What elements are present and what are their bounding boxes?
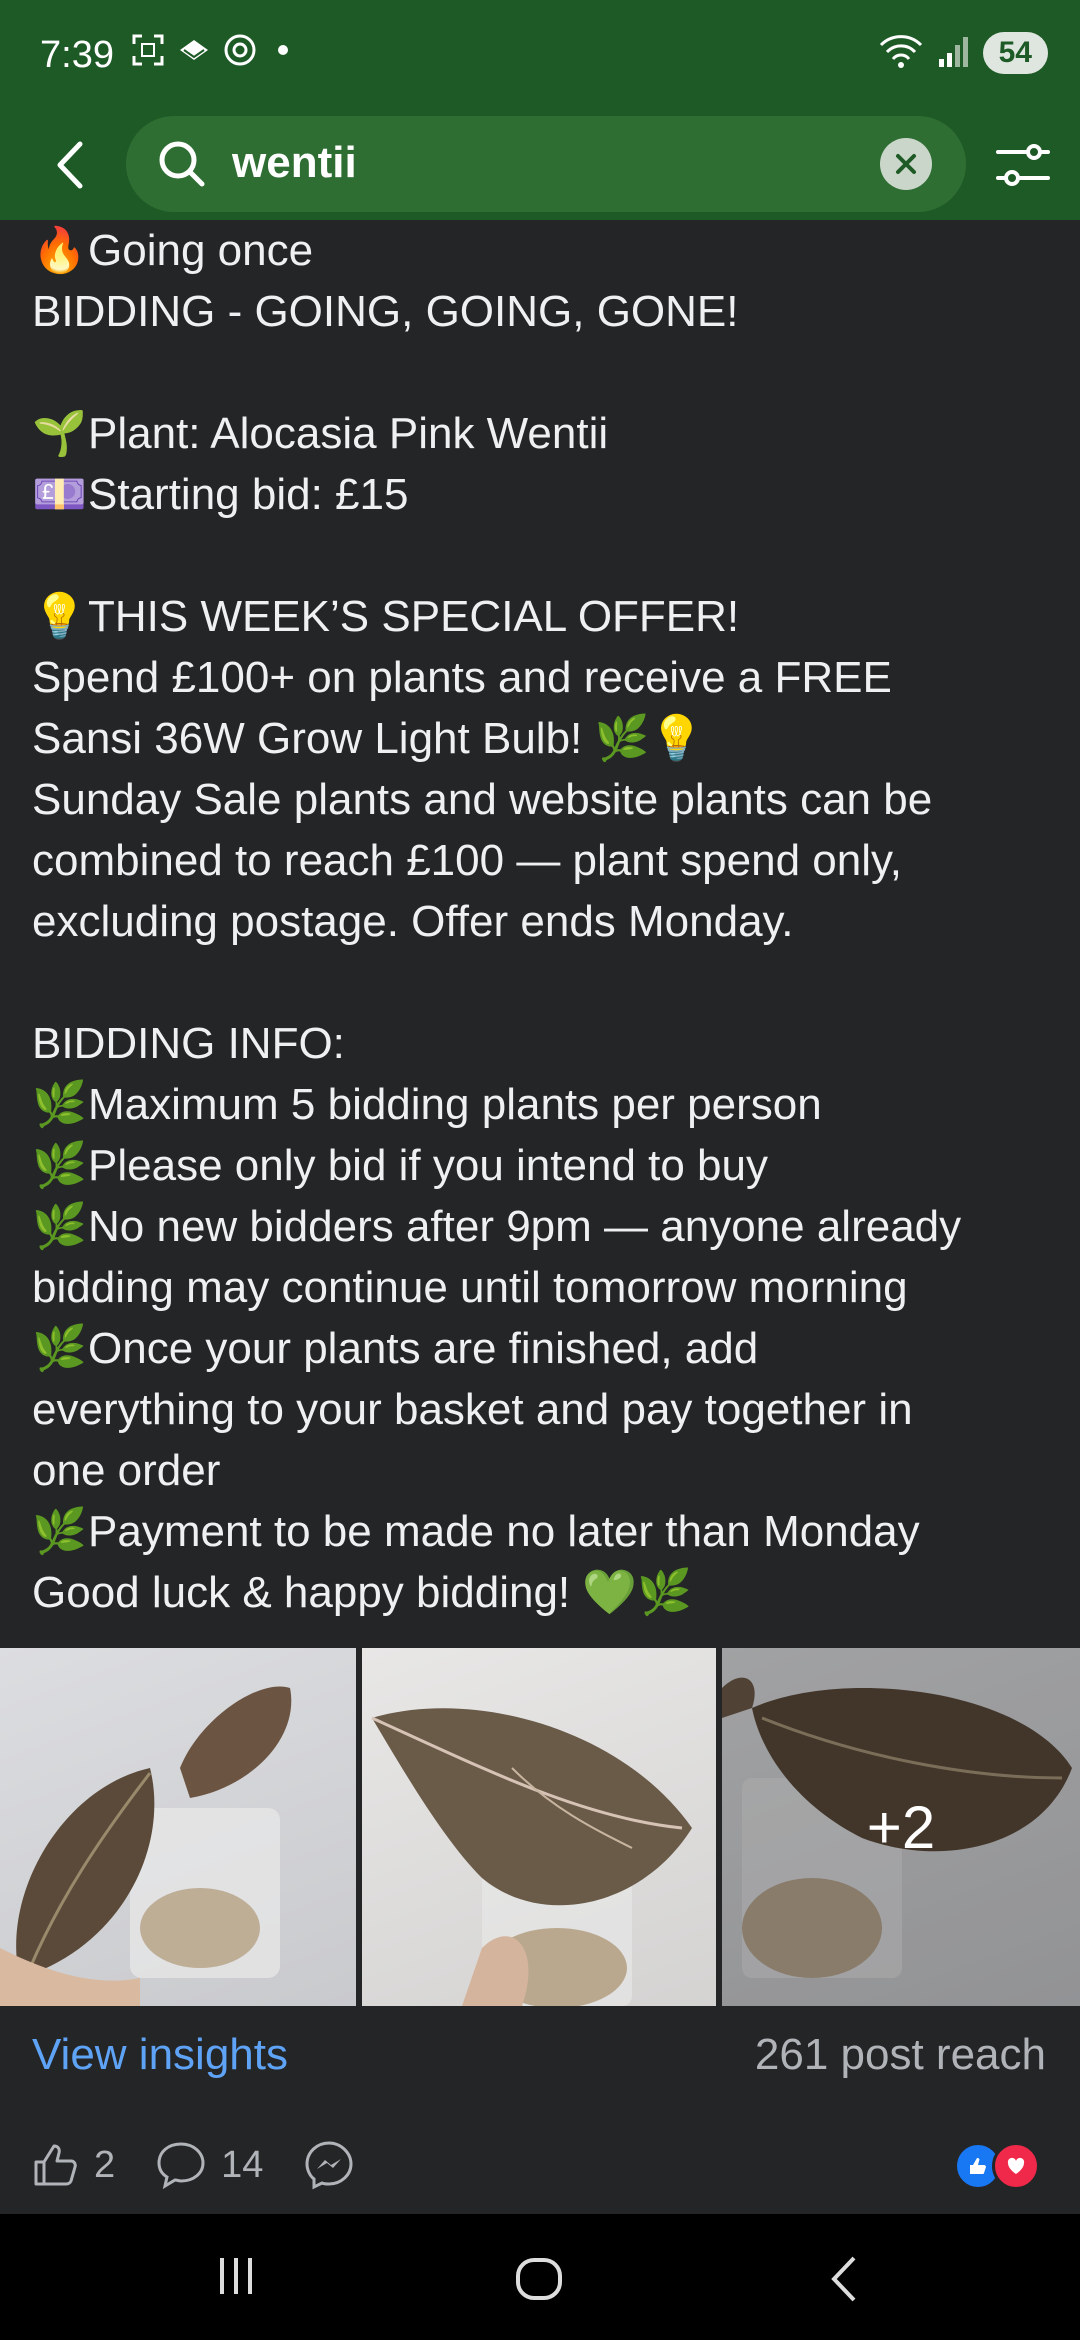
post-line: Sunday Sale plants and website plants ca… bbox=[32, 769, 1052, 830]
post-line-text: combined to reach £100 — plant spend onl… bbox=[32, 836, 902, 885]
messenger-icon bbox=[305, 2141, 353, 2190]
reactions-summary[interactable] bbox=[954, 2142, 1040, 2190]
status-time: 7:39 bbox=[40, 34, 114, 76]
post-line-emoji: 💷 bbox=[32, 470, 87, 519]
post-line: 🌿Maximum 5 bidding plants per person bbox=[32, 1074, 1052, 1135]
post-line-text: Spend £100+ on plants and receive a FREE bbox=[32, 653, 892, 702]
notification-icons bbox=[130, 32, 288, 68]
search-input[interactable]: wentii bbox=[126, 116, 966, 212]
post-line-text: Once your plants are finished, add bbox=[88, 1324, 759, 1373]
love-reaction-icon bbox=[992, 2142, 1040, 2190]
post-line: BIDDING - GOING, GOING, GONE! bbox=[32, 281, 1052, 342]
post-line-text: one order bbox=[32, 1446, 221, 1495]
signal-icon bbox=[937, 33, 971, 74]
post-line-emoji: 🔥 bbox=[32, 226, 87, 275]
comment-button[interactable]: 14 bbox=[155, 2140, 263, 2190]
post-line-emoji: 🌿 bbox=[32, 1507, 87, 1556]
home-button[interactable] bbox=[514, 2254, 564, 2309]
post-line-text: THIS WEEK’S SPECIAL OFFER! bbox=[88, 592, 740, 641]
post-line: 🌿No new bidders after 9pm — anyone alrea… bbox=[32, 1196, 1052, 1257]
post-line-text: Payment to be made no later than Monday bbox=[88, 1507, 920, 1556]
post-reach: 261 post reach bbox=[754, 2030, 1046, 2079]
wifi-icon bbox=[877, 33, 925, 74]
post-line: BIDDING INFO: bbox=[32, 1013, 1052, 1074]
post-line-text: Maximum 5 bidding plants per person bbox=[88, 1080, 822, 1129]
post-line: one order bbox=[32, 1440, 1052, 1501]
more-notifications-dot bbox=[278, 45, 288, 55]
comment-icon bbox=[157, 2142, 205, 2190]
post-line: bidding may continue until tomorrow morn… bbox=[32, 1257, 1052, 1318]
post-line-emoji: 🌱 bbox=[32, 409, 87, 458]
comment-count: 14 bbox=[221, 2143, 264, 2186]
post-line: 🌿Once your plants are finished, add bbox=[32, 1318, 1052, 1379]
back-arrow-icon bbox=[57, 141, 83, 189]
search-icon bbox=[156, 138, 208, 190]
post-line: 🌱Plant: Alocasia Pink Wentii bbox=[32, 403, 1052, 464]
post-line: Spend £100+ on plants and receive a FREE bbox=[32, 647, 1052, 708]
photo-grid: +2 bbox=[0, 1648, 1080, 2006]
plant-photo-3[interactable]: +2 bbox=[722, 1648, 1080, 2006]
battery-indicator: 54 bbox=[982, 32, 1048, 74]
like-button[interactable]: 2 bbox=[30, 2140, 115, 2190]
system-back-button[interactable] bbox=[824, 2254, 864, 2309]
post-line: 🌿Payment to be made no later than Monday bbox=[32, 1501, 1052, 1562]
post-line-text: BIDDING - GOING, GOING, GONE! bbox=[32, 287, 739, 336]
share-messenger-button[interactable] bbox=[303, 2139, 355, 2191]
post-line-text: everything to your basket and pay togeth… bbox=[32, 1385, 913, 1434]
screenshot-icon bbox=[130, 32, 166, 68]
post-line-text: Going once bbox=[88, 226, 314, 275]
app-icon bbox=[176, 32, 212, 68]
threads-icon bbox=[222, 32, 258, 68]
post-line: Sansi 36W Grow Light Bulb! 🌿💡 bbox=[32, 708, 1052, 769]
post-line-emoji: 💡 bbox=[32, 592, 87, 641]
clear-icon bbox=[896, 154, 916, 174]
view-insights-link[interactable]: View insights bbox=[32, 2030, 288, 2080]
post-line-text: Plant: Alocasia Pink Wentii bbox=[88, 409, 609, 458]
post-line: 🔥Going once bbox=[32, 220, 1052, 281]
post-line: 🌿Please only bid if you intend to buy bbox=[32, 1135, 1052, 1196]
post-line-emoji: 🌿 bbox=[32, 1080, 87, 1129]
post-line-text: excluding postage. Offer ends Monday. bbox=[32, 897, 794, 946]
plant-photo-1[interactable] bbox=[0, 1648, 356, 2006]
post-line: Good luck & happy bidding! 💚🌿 bbox=[32, 1562, 1052, 1623]
filter-button[interactable] bbox=[994, 138, 1052, 192]
recents-icon bbox=[220, 2258, 252, 2294]
post-line-text: bidding may continue until tomorrow morn… bbox=[32, 1263, 908, 1312]
post-line: 💡THIS WEEK’S SPECIAL OFFER! bbox=[32, 586, 1052, 647]
post-line-text: BIDDING INFO: bbox=[32, 1019, 345, 1068]
post-line-text: Starting bid: £15 bbox=[88, 470, 409, 519]
system-status: 54 bbox=[877, 32, 1048, 74]
status-bar: 7:39 54 bbox=[0, 0, 1080, 120]
clear-search-button[interactable] bbox=[880, 138, 932, 190]
post-line-text: Good luck & happy bidding! 💚🌿 bbox=[32, 1568, 692, 1617]
post-actions: 2 14 bbox=[30, 2130, 355, 2200]
back-button[interactable] bbox=[44, 134, 100, 196]
post-line-emoji: 🌿 bbox=[32, 1141, 87, 1190]
home-icon bbox=[516, 2258, 562, 2300]
post-line: everything to your basket and pay togeth… bbox=[32, 1379, 1052, 1440]
search-header: wentii bbox=[0, 110, 1080, 220]
post-line: excluding postage. Offer ends Monday. bbox=[32, 891, 1052, 952]
post-line-text: Sunday Sale plants and website plants ca… bbox=[32, 775, 933, 824]
post-line-emoji: 🌿 bbox=[32, 1202, 87, 1251]
post-line-text: Sansi 36W Grow Light Bulb! 🌿💡 bbox=[32, 714, 705, 763]
post-line: 💷Starting bid: £15 bbox=[32, 464, 1052, 525]
plant-photo-2[interactable] bbox=[362, 1648, 716, 2006]
recent-apps-button[interactable] bbox=[214, 2254, 258, 2303]
system-navigation-bar bbox=[0, 2214, 1080, 2340]
filter-icon bbox=[996, 144, 1050, 186]
post-text: 🔥Going once BIDDING - GOING, GOING, GONE!… bbox=[32, 220, 1052, 1623]
thumbs-up-icon bbox=[34, 2144, 77, 2186]
more-photos-count[interactable]: +2 bbox=[722, 1648, 1080, 2006]
post-line-text: No new bidders after 9pm — anyone alread… bbox=[88, 1202, 962, 1251]
post-line-emoji: 🌿 bbox=[32, 1324, 87, 1373]
like-count: 2 bbox=[94, 2143, 116, 2186]
post-line: combined to reach £100 — plant spend onl… bbox=[32, 830, 1052, 891]
post-line-text: Please only bid if you intend to buy bbox=[88, 1141, 769, 1190]
search-query[interactable]: wentii bbox=[232, 138, 357, 188]
system-back-icon bbox=[831, 2256, 856, 2302]
